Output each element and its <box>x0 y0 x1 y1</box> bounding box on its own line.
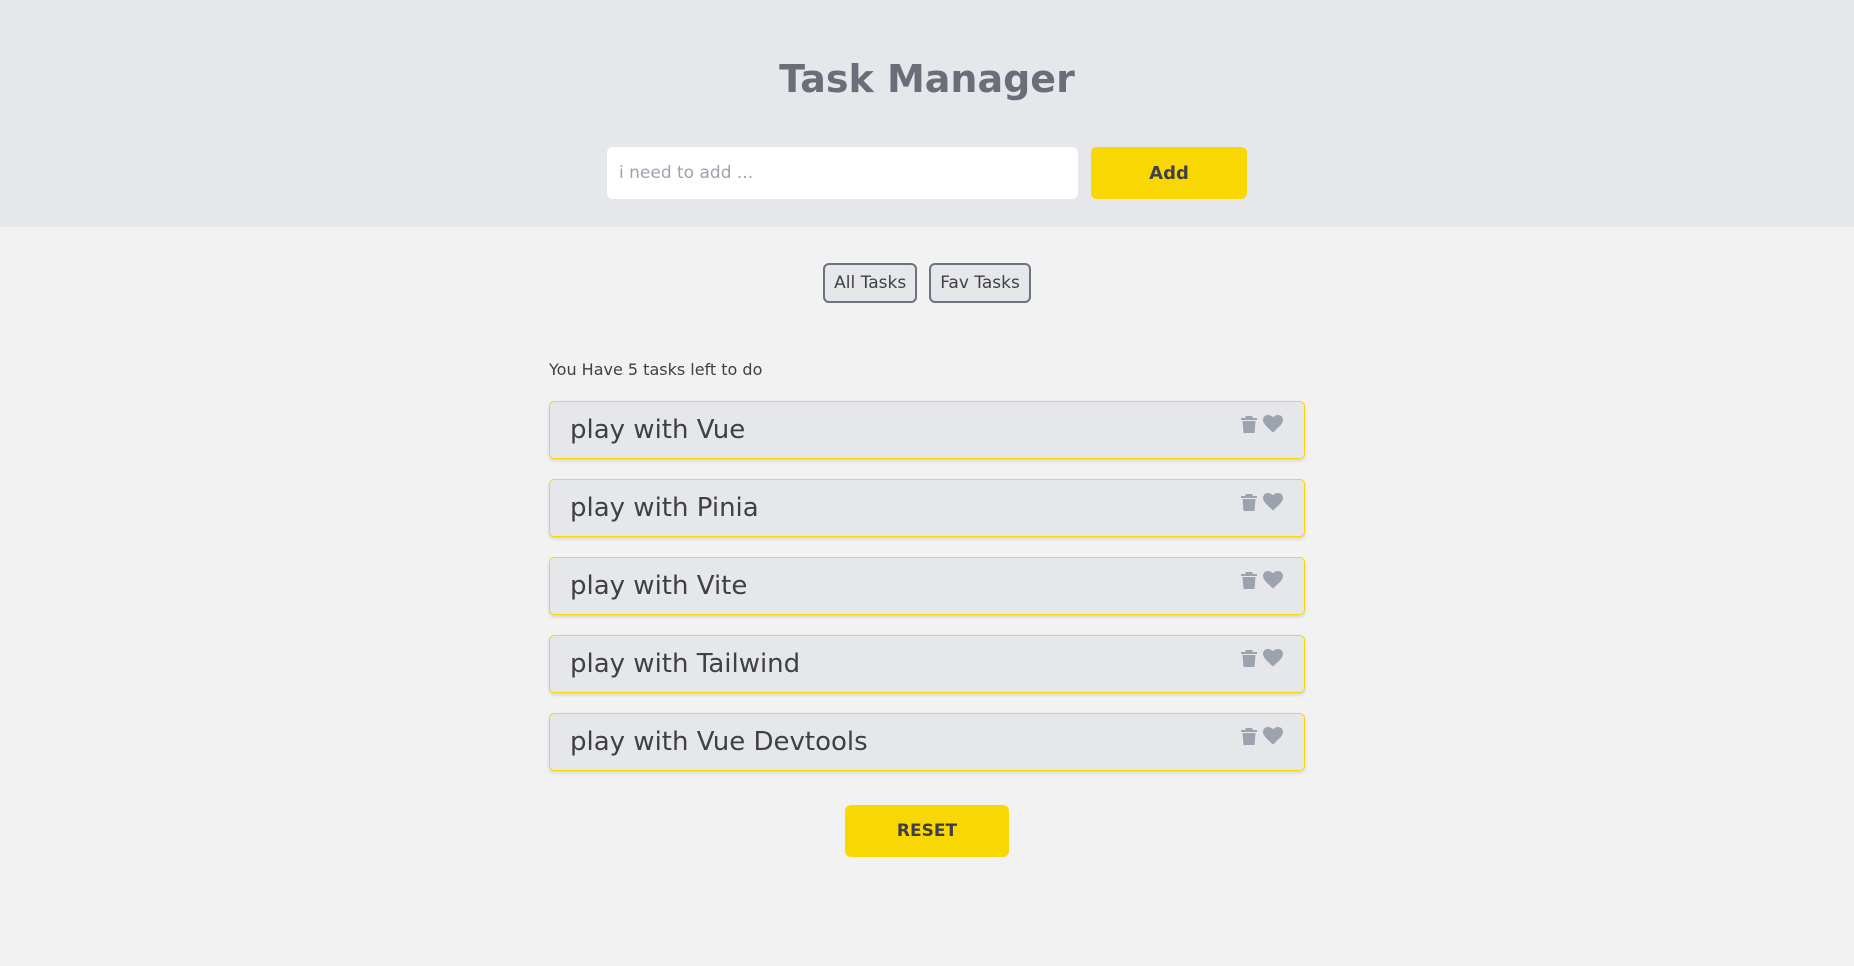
task-actions <box>1241 571 1283 589</box>
task-item: play with Vue Devtools <box>549 713 1305 771</box>
add-button[interactable]: Add <box>1091 147 1247 199</box>
heart-icon[interactable] <box>1263 415 1283 433</box>
filter-tabs: All Tasks Fav Tasks <box>0 263 1854 303</box>
trash-icon[interactable] <box>1241 493 1257 511</box>
task-title: play with Vue Devtools <box>570 727 868 757</box>
task-item: play with Vite <box>549 557 1305 615</box>
fav-tasks-button[interactable]: Fav Tasks <box>929 263 1031 303</box>
task-section: You Have 5 tasks left to do play with Vu… <box>549 358 1305 791</box>
all-tasks-button[interactable]: All Tasks <box>823 263 918 303</box>
task-title: play with Vite <box>570 571 748 601</box>
task-list: play with Vue play with Pinia play with … <box>549 401 1305 771</box>
heart-icon[interactable] <box>1263 649 1283 667</box>
tasks-left-text: You Have 5 tasks left to do <box>549 360 763 379</box>
task-item: play with Pinia <box>549 479 1305 537</box>
trash-icon[interactable] <box>1241 649 1257 667</box>
new-task-input[interactable] <box>607 147 1078 199</box>
task-title: play with Vue <box>570 415 746 445</box>
header: Task Manager Add <box>0 0 1854 227</box>
page-title: Task Manager <box>779 57 1075 101</box>
add-task-form: Add <box>607 147 1247 199</box>
task-item: play with Tailwind <box>549 635 1305 693</box>
trash-icon[interactable] <box>1241 415 1257 433</box>
task-actions <box>1241 493 1283 511</box>
task-title: play with Tailwind <box>570 649 801 679</box>
trash-icon[interactable] <box>1241 727 1257 745</box>
task-actions <box>1241 727 1283 745</box>
heart-icon[interactable] <box>1263 727 1283 745</box>
task-title: play with Pinia <box>570 493 759 523</box>
task-item: play with Vue <box>549 401 1305 459</box>
reset-button[interactable]: RESET <box>845 805 1009 857</box>
task-actions <box>1241 415 1283 433</box>
task-actions <box>1241 649 1283 667</box>
heart-icon[interactable] <box>1263 493 1283 511</box>
heart-icon[interactable] <box>1263 571 1283 589</box>
trash-icon[interactable] <box>1241 571 1257 589</box>
